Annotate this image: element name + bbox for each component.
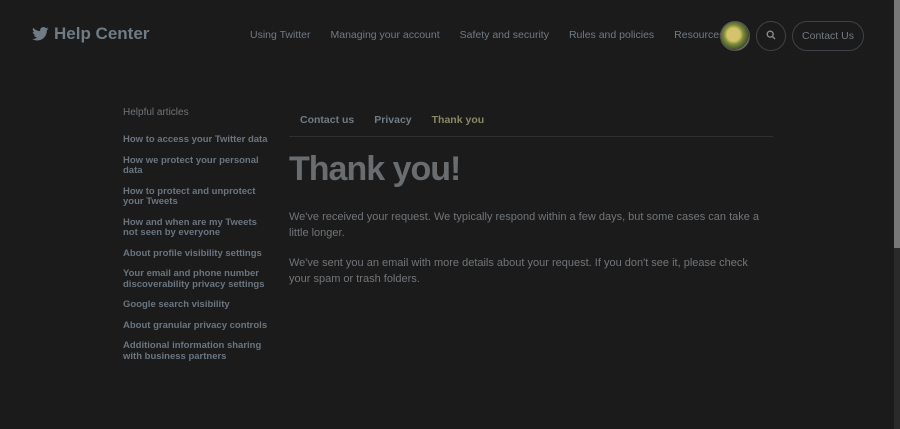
article-link[interactable]: Additional information sharing with busi… — [123, 340, 273, 362]
sidebar-heading: Helpful articles — [123, 107, 189, 118]
nav-rules-policies[interactable]: Rules and policies — [569, 29, 654, 41]
breadcrumb-thank-you: Thank you — [431, 114, 485, 126]
article-link[interactable]: How to protect and unprotect your Tweets — [123, 186, 273, 208]
email-notice-text: We've sent you an email with more detail… — [289, 257, 748, 285]
page-title: Thank you! — [289, 150, 461, 188]
logo-text: Help Center — [54, 24, 150, 43]
main-content: Contact us Privacy Thank you Thank you! … — [289, 114, 773, 287]
helpful-articles-sidebar: Helpful articles How to access your Twit… — [123, 107, 283, 372]
article-link[interactable]: How and when are my Tweets not seen by e… — [123, 217, 273, 239]
article-link[interactable]: Your email and phone number discoverabil… — [123, 268, 273, 290]
resources-label: Resources — [674, 29, 725, 41]
contact-us-button[interactable]: Contact Us — [792, 21, 864, 51]
main-nav: Using Twitter Managing your account Safe… — [250, 29, 752, 41]
twitter-bird-icon — [32, 27, 49, 41]
help-center-logo[interactable]: Help Center — [32, 24, 149, 44]
article-link[interactable]: About granular privacy controls — [123, 320, 273, 332]
article-link[interactable]: How to access your Twitter data — [123, 134, 273, 146]
confirmation-text: We've received your request. We typicall… — [289, 211, 760, 239]
scrollbar-thumb[interactable] — [894, 0, 900, 248]
breadcrumb-privacy[interactable]: Privacy — [374, 114, 411, 136]
article-link[interactable]: About profile visibility settings — [123, 248, 273, 260]
article-list: How to access your Twitter data How we p… — [123, 134, 283, 362]
header: Help Center Using Twitter Managing your … — [0, 0, 894, 72]
breadcrumb-contact-us[interactable]: Contact us — [300, 114, 354, 136]
breadcrumb: Contact us Privacy Thank you — [289, 114, 773, 137]
search-icon — [766, 27, 776, 45]
search-button[interactable] — [756, 21, 786, 51]
article-link[interactable]: How we protect your personal data — [123, 155, 273, 177]
nav-safety-security[interactable]: Safety and security — [460, 29, 549, 41]
article-link[interactable]: Google search visibility — [123, 299, 273, 311]
nav-using-twitter[interactable]: Using Twitter — [250, 29, 311, 41]
user-avatar[interactable] — [720, 21, 750, 51]
nav-managing-account[interactable]: Managing your account — [331, 29, 440, 41]
